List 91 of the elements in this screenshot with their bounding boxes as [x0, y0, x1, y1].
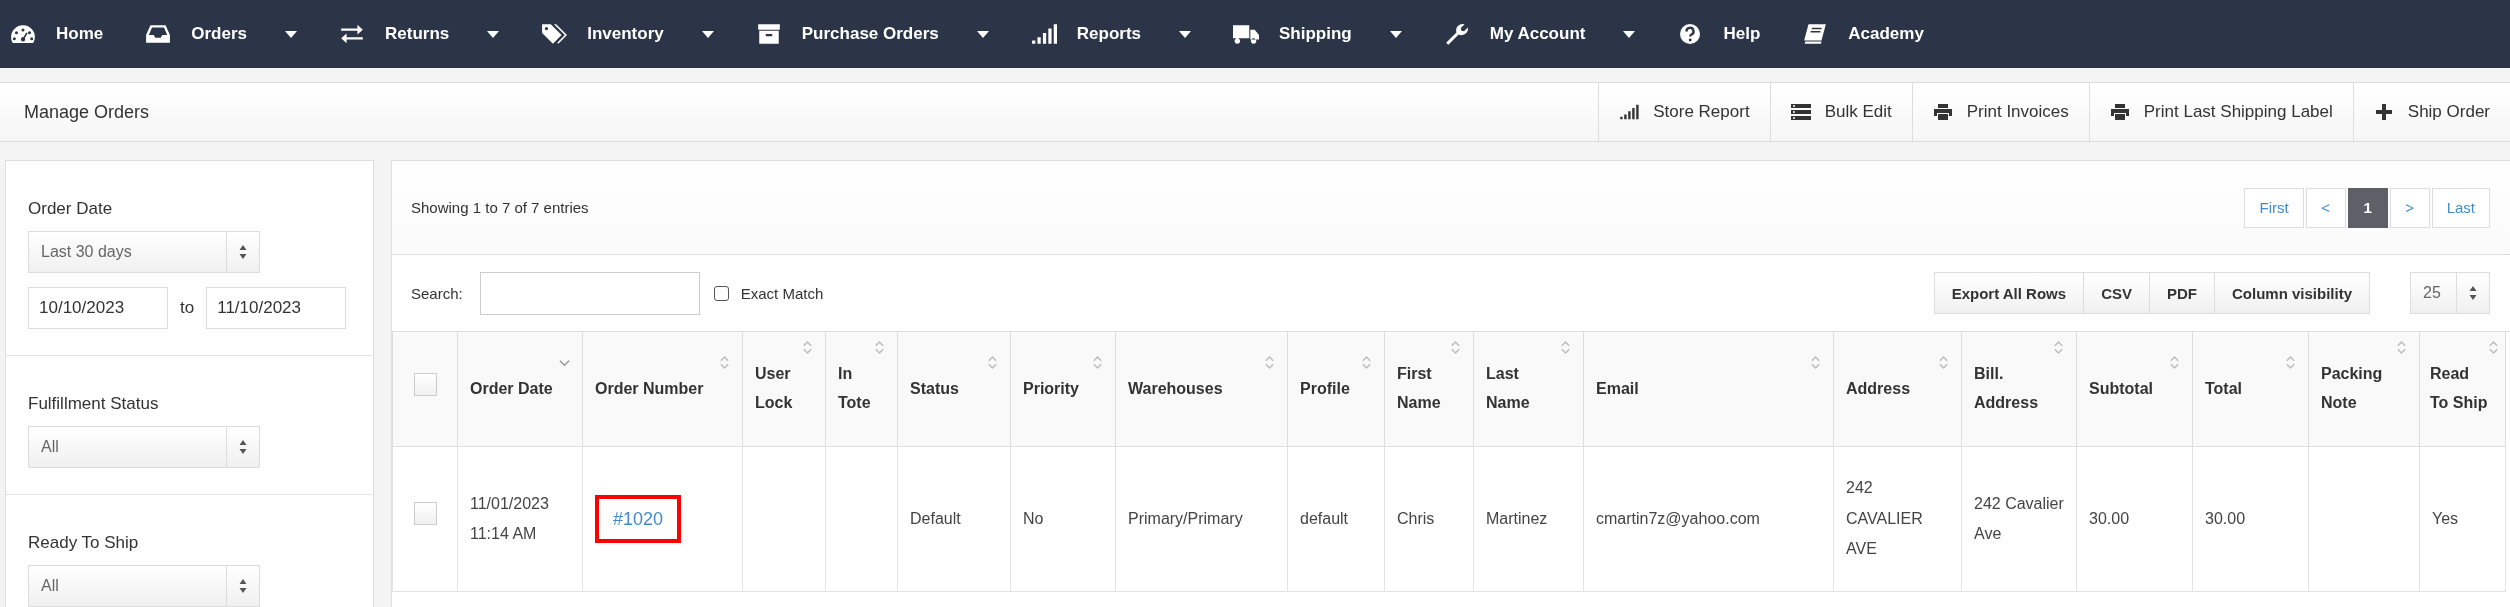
table-cell: 11/01/2023 11:14 AM [457, 446, 583, 592]
archive-box-icon [755, 23, 782, 45]
export-button[interactable]: PDF [2149, 272, 2215, 314]
inbox-icon [145, 23, 172, 45]
toolbar-button[interactable]: Ship Order [2352, 83, 2510, 141]
list-icon [1790, 104, 1811, 120]
toolbar-button[interactable]: Print Last Shipping Label [2088, 83, 2353, 141]
spinner-arrows-icon [239, 440, 247, 454]
date-field[interactable]: 11/10/2023 [206, 287, 347, 329]
nav-menu-item[interactable]: Purchase Orders [755, 23, 989, 45]
plus-icon [2373, 104, 2394, 120]
column-header[interactable]: Bill. Address [1961, 332, 2077, 447]
select-dropdown[interactable]: All [28, 426, 260, 468]
tags-icon [541, 23, 568, 45]
spinner-arrows-icon [2469, 286, 2477, 300]
column-header[interactable]: Packing Note [2308, 332, 2420, 447]
pagination-button[interactable]: > [2389, 187, 2430, 228]
pagination-button[interactable]: < [2305, 187, 2346, 228]
table-cell: Chris [1384, 446, 1474, 592]
printer-icon [1932, 104, 1953, 120]
signal-bars-icon [1030, 23, 1057, 45]
order-link[interactable]: #1020 [595, 494, 682, 544]
table-cell: Martinez [1473, 446, 1584, 592]
book-icon [1802, 23, 1829, 45]
column-header[interactable]: Order Date [457, 332, 583, 447]
column-header[interactable]: Last Name [1473, 332, 1584, 447]
table-cell: Yes [2419, 446, 2506, 592]
spinner-arrows-icon [239, 245, 247, 259]
export-button[interactable]: Export All Rows [1933, 272, 2085, 314]
checkbox[interactable] [713, 285, 729, 301]
select-all-checkbox[interactable] [413, 372, 437, 396]
nav-menu-item[interactable]: Help [1677, 23, 1761, 45]
column-header[interactable]: Warehouses [1115, 332, 1288, 447]
column-header[interactable]: Read To Ship [2419, 332, 2506, 447]
nav-menu-item[interactable]: My Account [1443, 23, 1636, 45]
nav-menu-item[interactable]: Orders [145, 23, 297, 45]
checkbox-label: Exact Match [740, 284, 824, 302]
column-header[interactable]: First Name [1384, 332, 1474, 447]
nav-menu-item[interactable]: Home [10, 23, 104, 45]
search-field[interactable] [479, 271, 700, 315]
toolbar-button[interactable]: Bulk Edit [1769, 83, 1912, 141]
select-dropdown[interactable]: All [28, 565, 260, 607]
pagination-button[interactable]: 1 [2347, 187, 2388, 228]
filter-label: Order Date [28, 199, 114, 219]
spinner-arrows-icon [239, 579, 247, 593]
nav-menu-item[interactable]: Returns [339, 23, 500, 45]
search-label: Search: [411, 284, 463, 302]
column-header[interactable]: Profile [1287, 332, 1385, 447]
range-separator: to [180, 298, 195, 318]
table-cell: cmartin7z@yahoo.com [1583, 446, 1834, 592]
column-header[interactable]: Order Number [582, 332, 743, 447]
column-header[interactable]: Status [897, 332, 1011, 447]
nav-menu-item[interactable]: Academy [1802, 23, 1924, 45]
export-button[interactable]: CSV [2083, 272, 2150, 314]
toolbar-button[interactable]: Store Report [1598, 83, 1770, 141]
date-field[interactable]: 10/10/2023 [28, 287, 168, 329]
select-dropdown[interactable]: Last 30 days [28, 231, 260, 273]
entries-info: Showing 1 to 7 of 7 entries [411, 199, 589, 216]
table-cell: 30.00 [2076, 446, 2193, 592]
filter-label: Ready To Ship [28, 533, 140, 553]
table-cell: 242 Cavalier Ave [1961, 446, 2077, 592]
table-cell: Primary/Primary [1115, 446, 1288, 592]
column-header[interactable]: User Lock [742, 332, 826, 447]
column-header[interactable]: Email [1583, 332, 1834, 447]
signal-bars-icon [1619, 104, 1640, 120]
table-cell: 30.00 [2192, 446, 2309, 592]
table-cell: default [1287, 446, 1385, 592]
table-cell: Default [897, 446, 1011, 592]
page-size-select[interactable]: 25 [2410, 272, 2490, 314]
column-header[interactable]: In Tote [825, 332, 898, 447]
column-header[interactable]: Total [2192, 332, 2309, 447]
toolbar-button[interactable]: Print Invoices [1911, 83, 2089, 141]
page-title: Manage Orders [24, 101, 150, 123]
nav-menu-item[interactable]: Inventory [541, 23, 714, 45]
column-header[interactable]: Subtotal [2076, 332, 2193, 447]
column-header[interactable]: Address [1833, 332, 1962, 447]
pagination-button[interactable]: First [2244, 187, 2304, 228]
row-checkbox[interactable] [413, 502, 437, 526]
wrench-icon [1443, 23, 1470, 45]
nav-menu-item[interactable]: Shipping [1233, 23, 1402, 45]
table-cell: No [1010, 446, 1116, 592]
pagination-button[interactable]: Last [2431, 187, 2490, 228]
printer-icon [2109, 104, 2130, 120]
nav-menu-item[interactable]: Reports [1030, 23, 1191, 45]
export-button[interactable]: Column visibility [2214, 272, 2370, 314]
table-cell: 242 CAVALIER AVE [1833, 446, 1962, 592]
column-header[interactable]: Priority [1010, 332, 1116, 447]
gauge-icon [10, 23, 36, 45]
filter-label: Fulfillment Status [28, 394, 160, 414]
truck-icon [1233, 23, 1259, 45]
arrows-icon [339, 23, 365, 45]
